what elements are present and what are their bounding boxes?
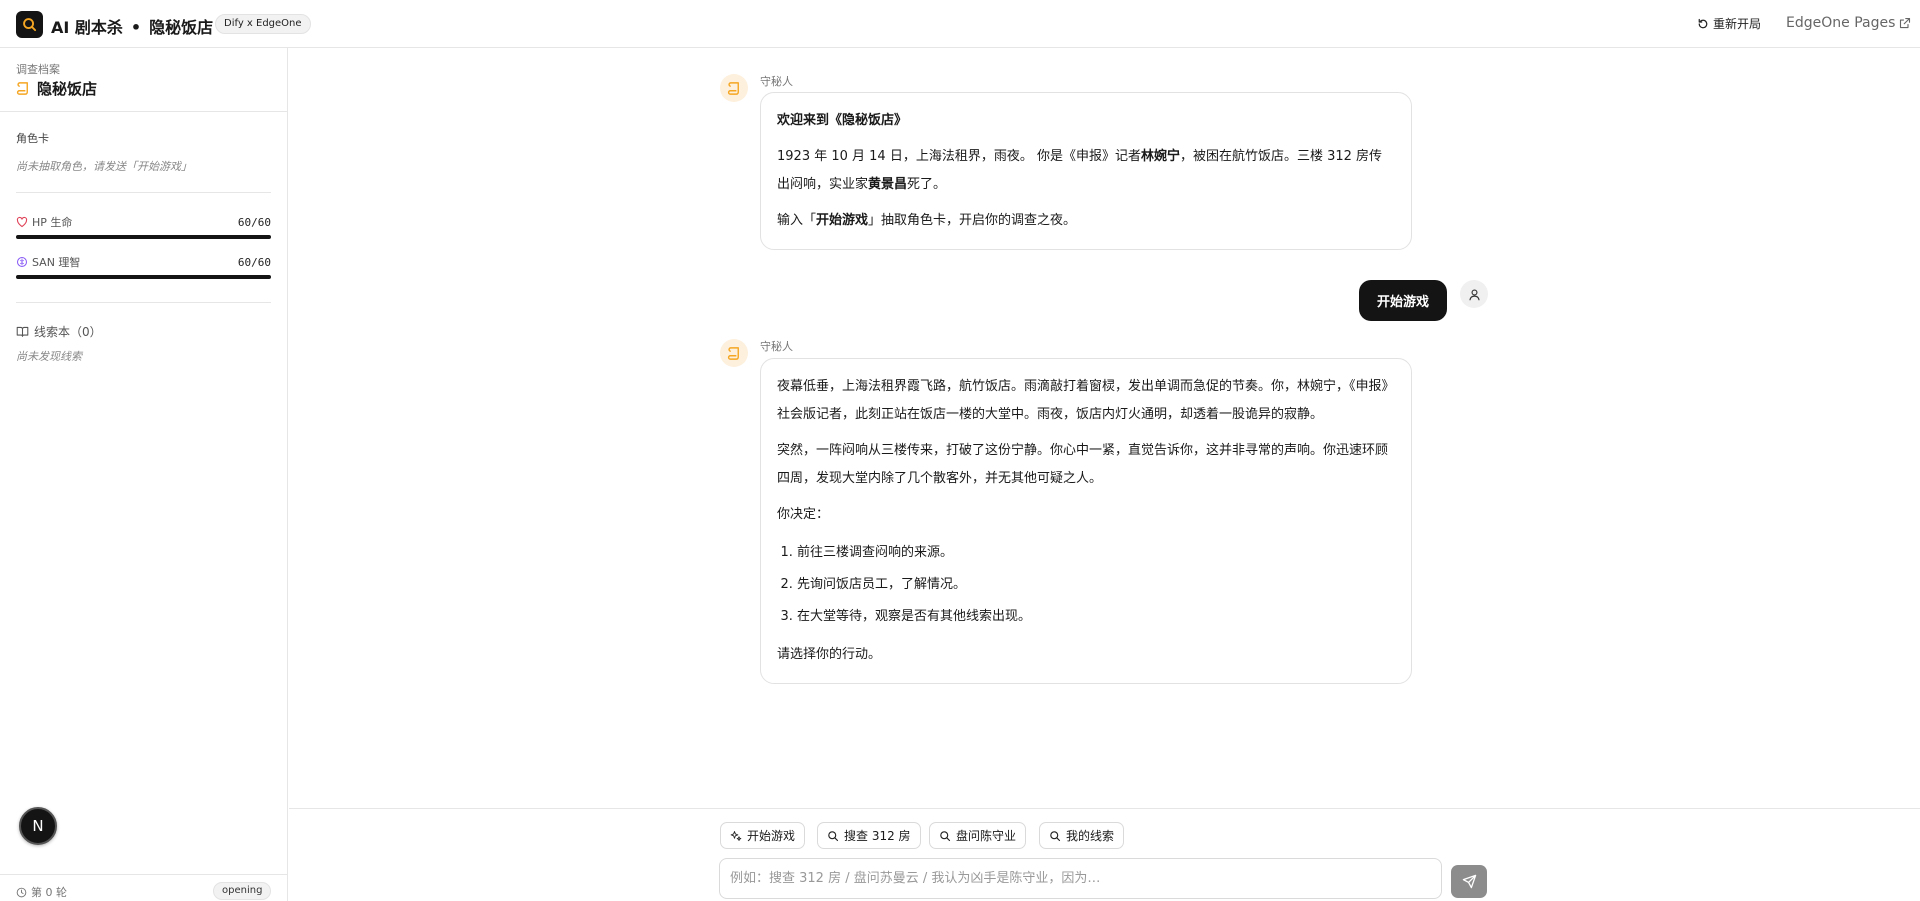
message-paragraph: 请选择你的行动。	[777, 647, 882, 662]
text-span: 」抽取角色卡，开启你的调查之夜。	[868, 213, 1077, 228]
chip-label: 搜查 312 房	[844, 829, 911, 843]
case-title: 隐秘饭店	[16, 78, 97, 99]
sidebar: 调查档案 隐秘饭店 角色卡 尚未抽取角色，请发送「开始游戏」 HP 生命 60/…	[0, 48, 288, 901]
san-bar-fill	[16, 275, 271, 279]
san-label: SAN 理智	[16, 254, 80, 270]
text-span: 输入「	[777, 213, 817, 228]
san-label-text: SAN 理智	[32, 256, 81, 269]
restart-button[interactable]: 重新开局	[1697, 15, 1761, 32]
round-counter: 第 0 轮	[16, 884, 67, 900]
character-name: 黄景昌	[868, 177, 908, 192]
character-name: 林婉宁	[1140, 149, 1180, 164]
hp-label: HP 生命	[16, 214, 72, 230]
divider	[16, 192, 271, 193]
story-title: 隐秘饭店	[149, 18, 214, 37]
scroll-icon	[727, 346, 739, 360]
san-bar	[16, 275, 271, 279]
brain-icon	[16, 256, 28, 268]
dev-avatar-button[interactable]: N	[19, 807, 57, 845]
send-icon	[1462, 874, 1476, 889]
message-paragraph: 你决定：	[777, 507, 830, 522]
heart-icon	[16, 216, 28, 228]
text-span: 死了。	[907, 177, 947, 192]
clock-icon	[16, 887, 27, 897]
role-card-empty: 尚未抽取角色，请发送「开始游戏」	[16, 160, 192, 173]
keeper-avatar	[720, 74, 748, 102]
quick-action-search-room[interactable]: 搜查 312 房	[817, 822, 921, 849]
action-option: 先询问饭店员工，了解情况。	[797, 569, 1395, 601]
app-name: AI 剧本杀	[51, 18, 123, 37]
sparkles-icon	[730, 830, 742, 841]
action-option: 在大堂等待，观察是否有其他线索出现。	[797, 601, 1395, 633]
command-name: 开始游戏	[816, 213, 869, 228]
san-stat: SAN 理智 60/60	[16, 254, 271, 270]
divider	[16, 302, 271, 303]
integration-badge: Dify x EdgeOne	[215, 14, 311, 34]
hp-label-text: HP 生命	[32, 216, 73, 229]
user-icon	[1468, 288, 1480, 300]
scroll-icon	[16, 82, 28, 95]
keeper-message: 欢迎来到《隐秘饭店》 1923 年 10 月 14 日，上海法租界，雨夜。 你是…	[760, 92, 1412, 250]
message-paragraph: 输入「开始游戏」抽取角色卡，开启你的调查之夜。	[777, 207, 1395, 235]
book-icon	[16, 326, 29, 337]
app-title: AI 剧本杀 • 隐秘饭店	[51, 14, 213, 38]
edgeone-link[interactable]: EdgeOne Pages	[1786, 15, 1911, 31]
san-value: 60/60	[237, 255, 271, 269]
restart-icon	[1698, 18, 1708, 28]
quick-action-my-clues[interactable]: 我的线索	[1039, 822, 1125, 849]
role-card-label: 角色卡	[16, 132, 49, 145]
edgeone-label: EdgeOne Pages	[1786, 15, 1896, 31]
action-option: 前往三楼调查闷响的来源。	[797, 537, 1395, 569]
action-options: 前往三楼调查闷响的来源。 先询问饭店员工，了解情况。 在大堂等待，观察是否有其他…	[797, 537, 1395, 633]
send-button[interactable]	[1451, 865, 1487, 898]
quick-action-question[interactable]: 盘问陈守业	[929, 822, 1027, 849]
case-header: 调查档案 隐秘饭店	[0, 48, 287, 112]
hp-bar	[16, 235, 271, 239]
app-logo	[16, 11, 43, 38]
message-title: 欢迎来到《隐秘饭店》	[777, 113, 908, 128]
message-sender: 守秘人	[760, 75, 793, 88]
footer-divider	[0, 874, 287, 875]
composer: 开始游戏 搜查 312 房 盘问陈守业 我的线索 例如：搜查 312 房 / 盘…	[289, 808, 1920, 901]
case-title-text: 隐秘饭店	[37, 80, 98, 98]
message-sender: 守秘人	[760, 340, 793, 353]
user-avatar	[1460, 280, 1488, 308]
app-header: AI 剧本杀 • 隐秘饭店 Dify x EdgeOne 重新开局 EdgeOne …	[0, 0, 1920, 48]
case-label: 调查档案	[16, 63, 60, 76]
round-label: 第 0 轮	[31, 886, 67, 899]
keeper-avatar	[720, 339, 748, 367]
search-icon	[940, 830, 951, 841]
keeper-message: 夜幕低垂，上海法租界霞飞路，航竹饭店。雨滴敲打着窗棂，发出单调而急促的节奏。你，…	[760, 358, 1412, 684]
title-separator: •	[130, 18, 142, 37]
hp-bar-fill	[16, 235, 271, 239]
message-paragraph: 1923 年 10 月 14 日，上海法租界，雨夜。 你是《申报》记者林婉宁，被…	[777, 143, 1395, 199]
external-link-icon	[1900, 17, 1911, 29]
chip-label: 我的线索	[1066, 829, 1115, 843]
search-logo-icon	[23, 18, 37, 32]
restart-label: 重新开局	[1713, 17, 1762, 31]
clue-book: 线索本（0）	[16, 323, 102, 340]
search-icon	[828, 830, 839, 841]
scroll-icon	[727, 81, 739, 95]
text-span: 1923 年 10 月 14 日，上海法租界，雨夜。 你是《申报》记者	[777, 149, 1141, 164]
search-icon	[1050, 830, 1061, 841]
chip-label: 开始游戏	[747, 829, 796, 843]
clue-empty: 尚未发现线索	[16, 350, 82, 363]
message-input[interactable]: 例如：搜查 312 房 / 盘问苏曼云 / 我认为凶手是陈守业，因为…	[719, 858, 1442, 899]
message-paragraph: 夜幕低垂，上海法租界霞飞路，航竹饭店。雨滴敲打着窗棂，发出单调而急促的节奏。你，…	[777, 379, 1395, 422]
phase-badge: opening	[213, 882, 272, 900]
hp-stat: HP 生命 60/60	[16, 214, 271, 230]
user-message: 开始游戏	[1359, 280, 1447, 321]
message-paragraph: 突然，一阵闷响从三楼传来，打破了这份宁静。你心中一紧，直觉告诉你，这并非寻常的声…	[777, 443, 1389, 486]
chip-label: 盘问陈守业	[956, 829, 1017, 843]
clue-book-label: 线索本（0）	[34, 325, 102, 339]
hp-value: 60/60	[237, 215, 271, 229]
quick-action-start-game[interactable]: 开始游戏	[720, 822, 806, 849]
